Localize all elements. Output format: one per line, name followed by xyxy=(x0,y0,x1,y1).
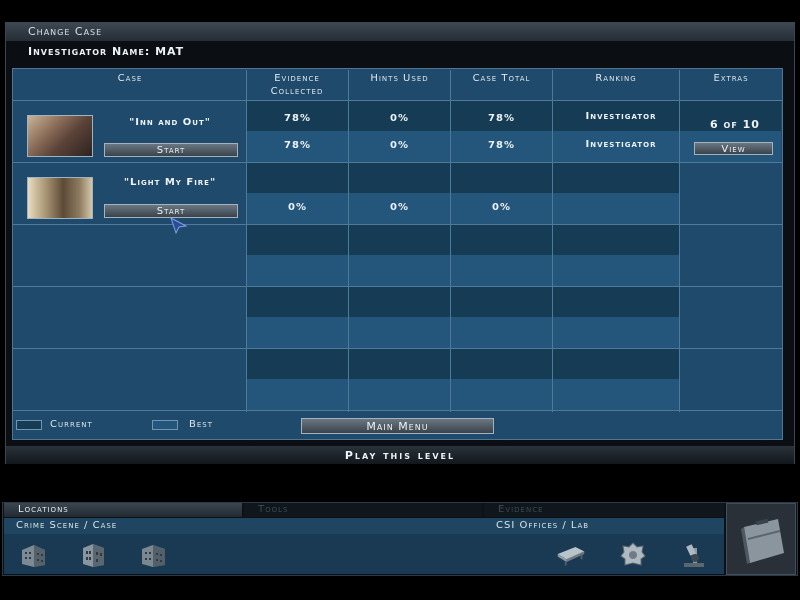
total-best: 0% xyxy=(492,202,511,213)
building-icon[interactable] xyxy=(18,540,48,568)
ranking-current: Investigator xyxy=(585,111,657,122)
legend-best-swatch xyxy=(152,420,178,430)
legend-current-swatch xyxy=(16,420,42,430)
header-evidence: Evidence Collected xyxy=(270,73,324,97)
header-case-total: Case Total xyxy=(472,73,531,84)
case-thumbnail xyxy=(27,177,93,219)
header-hints: Hints Used xyxy=(370,73,429,84)
tab-locations[interactable]: Locations xyxy=(4,503,242,517)
main-menu-button[interactable]: Main Menu xyxy=(301,418,494,434)
view-extras-button[interactable]: View xyxy=(694,142,773,155)
legend-best-label: Best xyxy=(189,419,214,430)
investigator-name: Investigator Name: MAT xyxy=(28,45,185,58)
title-bar xyxy=(6,23,794,41)
ranking-best: Investigator xyxy=(585,139,657,150)
location-icons xyxy=(4,534,724,574)
header-ranking: Ranking xyxy=(595,73,637,84)
badge-icon[interactable] xyxy=(618,540,648,568)
total-best: 78% xyxy=(488,140,515,151)
case-name: "Inn and Out" xyxy=(129,117,211,128)
hints-current: 0% xyxy=(390,113,409,124)
start-button[interactable]: Start xyxy=(104,143,238,157)
building-icon[interactable] xyxy=(138,540,168,568)
crime-scene-label: Crime Scene / Case xyxy=(16,520,118,531)
case-thumbnail xyxy=(27,115,93,157)
status-text: Play this level xyxy=(344,449,456,462)
header-extras: Extras xyxy=(713,73,749,84)
briefcase-icon[interactable] xyxy=(738,515,788,567)
window-title: Change Case xyxy=(28,25,103,38)
autopsy-table-icon[interactable] xyxy=(556,540,586,568)
tab-evidence[interactable]: Evidence xyxy=(484,503,724,517)
evidence-best: 0% xyxy=(288,202,307,213)
tab-tools[interactable]: Tools xyxy=(244,503,482,517)
csi-offices-label: CSI Offices / Lab xyxy=(496,520,590,531)
evidence-current: 78% xyxy=(284,113,311,124)
hints-best: 0% xyxy=(390,202,409,213)
case-name: "Light My Fire" xyxy=(123,177,217,188)
hints-best: 0% xyxy=(390,140,409,151)
legend-current-label: Current xyxy=(50,419,93,430)
header-case: Case xyxy=(117,73,143,84)
evidence-best: 78% xyxy=(284,140,311,151)
total-current: 78% xyxy=(488,113,515,124)
building-icon[interactable] xyxy=(78,540,108,568)
microscope-icon[interactable] xyxy=(678,540,708,568)
cursor-icon xyxy=(170,216,188,235)
extras-count: 6 of 10 xyxy=(710,118,760,131)
